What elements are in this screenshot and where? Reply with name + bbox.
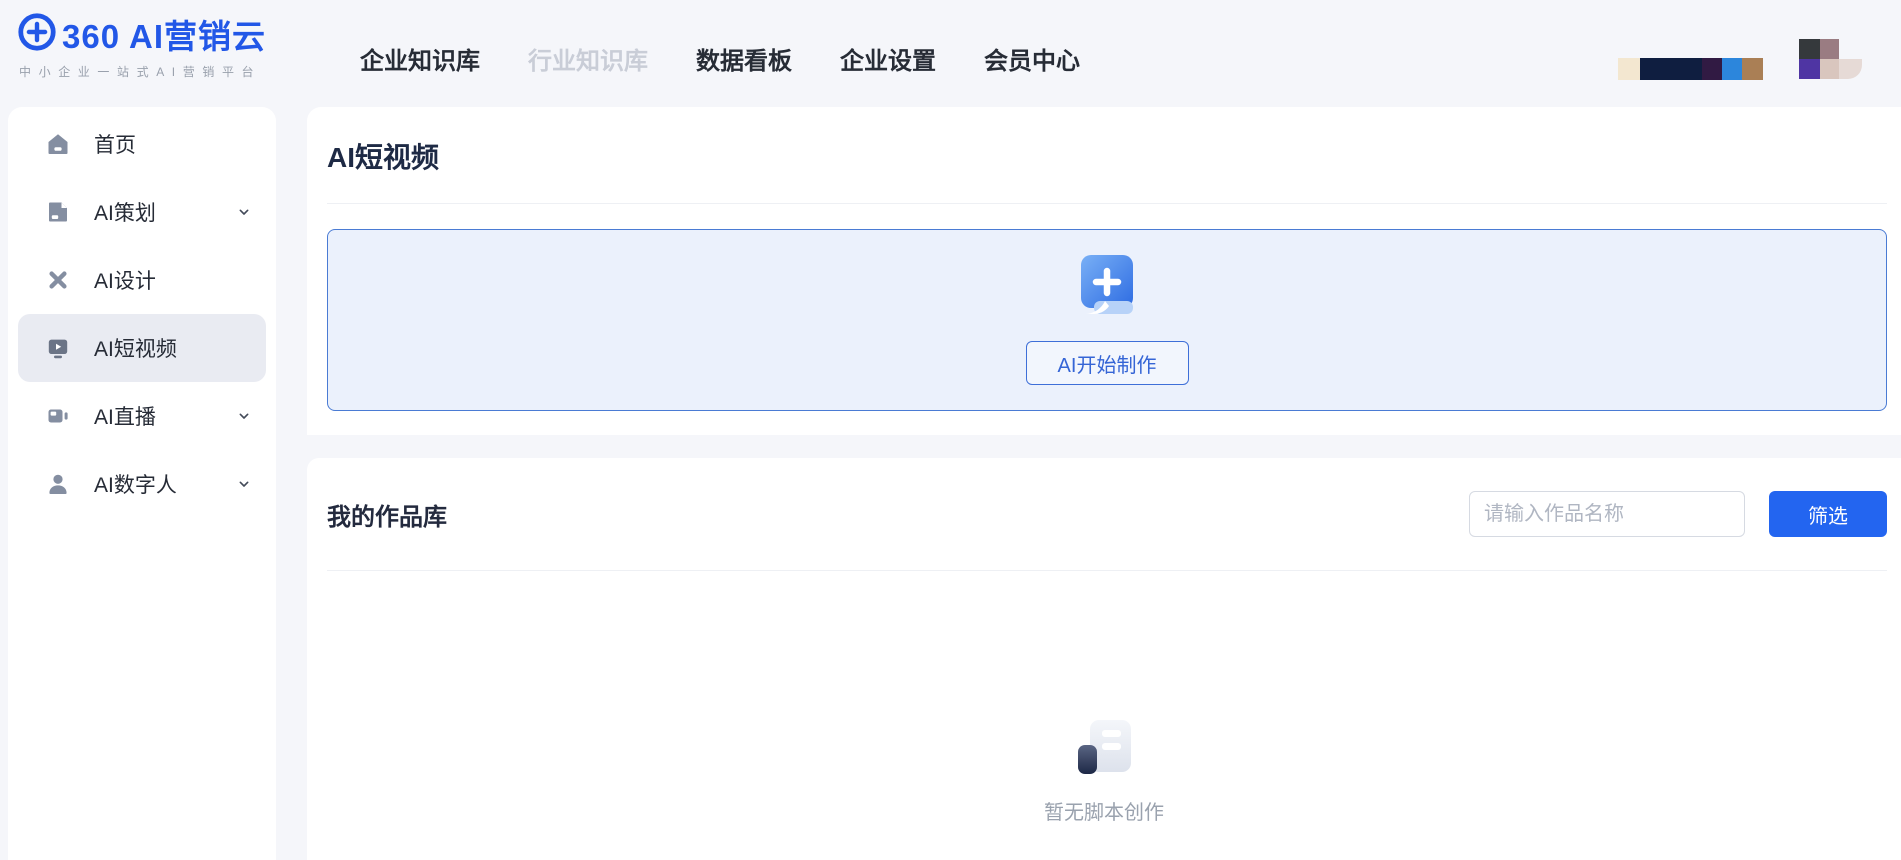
banner-color-block — [1742, 58, 1763, 80]
app-root: 360 AI营销云 中小企业一站式AI营销平台 企业知识库 行业知识库 数据看板 企业… — [0, 0, 1901, 860]
works-header: 我的作品库 筛选 — [327, 458, 1887, 570]
sidebar-item-label: AI数字人 — [94, 474, 177, 497]
avatar-color-block — [1820, 39, 1839, 59]
empty-state-text: 暂无脚本创作 — [1044, 802, 1164, 824]
nav-item-enterprise-settings[interactable]: 企业设置 — [840, 41, 936, 76]
design-icon — [46, 268, 70, 292]
divider — [327, 203, 1887, 204]
works-title: 我的作品库 — [327, 503, 447, 531]
nav-item-data-dashboard[interactable]: 数据看板 — [696, 41, 792, 76]
top-header: 360 AI营销云 中小企业一站式AI营销平台 企业知识库 行业知识库 数据看板 企业… — [0, 0, 1901, 107]
chevron-down-icon — [236, 408, 252, 424]
sidebar-item-home[interactable]: 首页 — [18, 110, 266, 178]
sidebar-item-ai-digital-human[interactable]: AI数字人 — [18, 450, 266, 518]
avatar-color-block — [1839, 59, 1862, 79]
sidebar: 首页 AI策划 AI设计 AI短视频 AI直播 AI数字人 — [8, 107, 276, 860]
avatar-color-block — [1820, 59, 1839, 79]
chevron-down-icon — [236, 204, 252, 220]
sidebar-item-ai-live[interactable]: AI直播 — [18, 382, 266, 450]
works-library-card: 我的作品库 筛选 — [307, 458, 1901, 860]
banner-color-block — [1618, 58, 1640, 80]
sidebar-item-label: AI短视频 — [94, 338, 177, 361]
ai-create-button[interactable]: AI开始制作 — [1025, 341, 1189, 385]
sidebar-item-ai-design[interactable]: AI设计 — [18, 246, 266, 314]
sidebar-item-ai-short-video[interactable]: AI短视频 — [18, 314, 266, 382]
empty-script-icon — [1075, 718, 1133, 781]
person-icon — [46, 472, 70, 496]
short-video-card: AI短视频 AI开始制作 — [307, 107, 1901, 435]
sidebar-item-label: 首页 — [94, 134, 136, 157]
chevron-down-icon — [236, 476, 252, 492]
sidebar-item-label: AI直播 — [94, 406, 156, 429]
sidebar-item-label: AI策划 — [94, 202, 156, 225]
add-script-icon — [1080, 255, 1134, 320]
banner-color-block — [1640, 58, 1702, 80]
nav-item-enterprise-knowledge-base[interactable]: 企业知识库 — [360, 41, 480, 76]
top-navigation: 企业知识库 行业知识库 数据看板 企业设置 会员中心 — [360, 0, 1080, 107]
brand-logo-icon — [16, 11, 58, 58]
empty-state: 暂无脚本创作 — [307, 718, 1901, 825]
home-icon — [46, 132, 70, 156]
live-camera-icon — [46, 404, 70, 428]
brand-tagline: 中小企业一站式AI营销平台 — [19, 65, 262, 79]
banner-color-block — [1702, 58, 1722, 80]
avatar-color-block — [1799, 39, 1820, 59]
plan-icon — [46, 200, 70, 224]
filter-button[interactable]: 筛选 — [1769, 491, 1887, 537]
create-panel: AI开始制作 — [327, 229, 1887, 411]
banner-color-block — [1722, 58, 1742, 80]
video-icon — [46, 336, 70, 360]
top-banner-image[interactable] — [1618, 58, 1763, 80]
brand-logo-text: 360 AI营销云 — [62, 18, 267, 55]
work-name-search-input[interactable] — [1469, 491, 1745, 537]
page-title: AI短视频 — [327, 142, 440, 173]
sidebar-item-ai-planning[interactable]: AI策划 — [18, 178, 266, 246]
divider — [327, 570, 1887, 571]
nav-item-industry-knowledge-base: 行业知识库 — [528, 48, 648, 75]
avatar[interactable] — [1799, 39, 1862, 79]
sidebar-item-label: AI设计 — [94, 270, 156, 293]
avatar-color-block — [1799, 59, 1820, 79]
nav-item-member-center[interactable]: 会员中心 — [984, 41, 1080, 76]
brand-logo[interactable]: 360 AI营销云 中小企业一站式AI营销平台 — [16, 10, 266, 80]
